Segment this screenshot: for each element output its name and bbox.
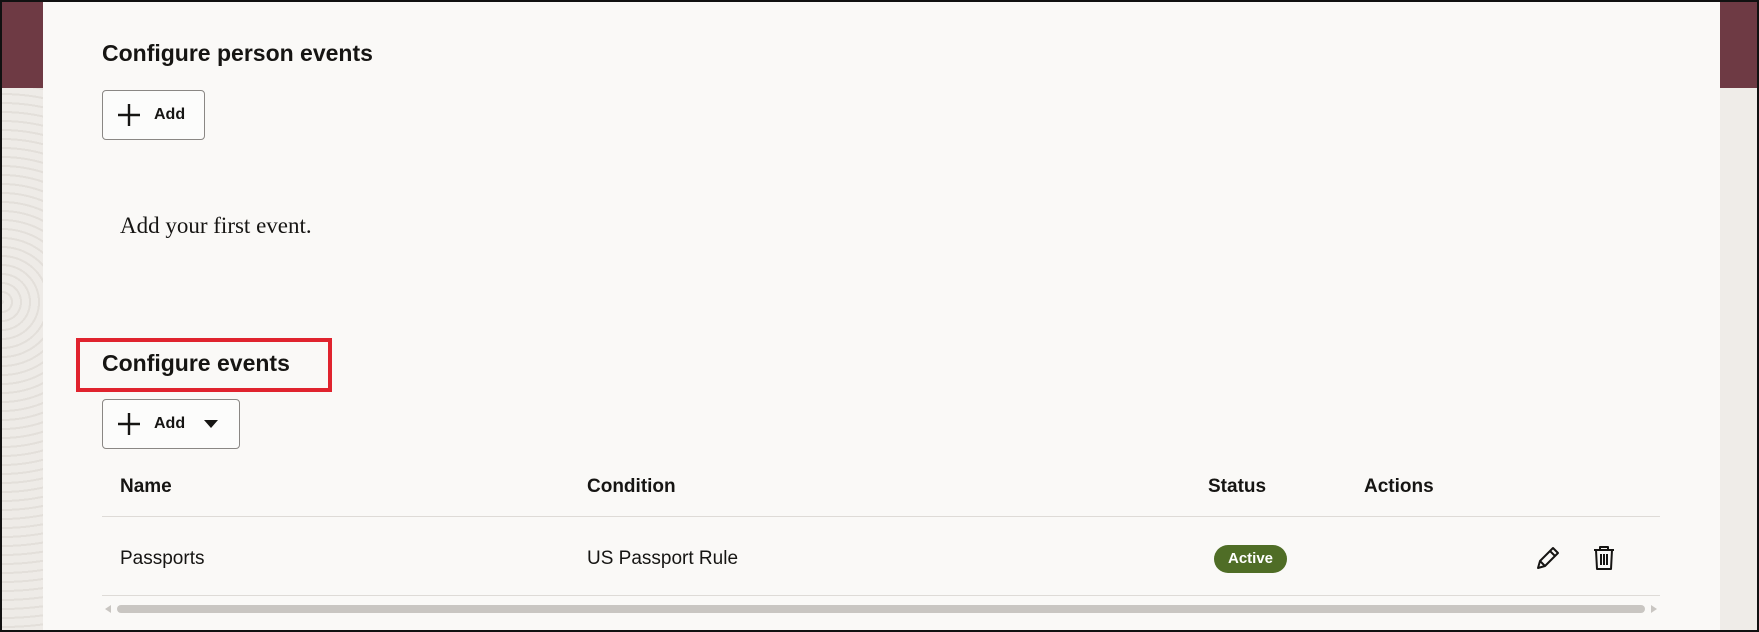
column-header-name[interactable]: Name [120, 476, 172, 498]
plus-icon [118, 104, 140, 126]
app-frame: Configure person events Add Add your fir… [0, 0, 1759, 632]
add-button-label: Add [154, 415, 186, 432]
scroll-left-arrow-icon[interactable] [105, 605, 111, 613]
horizontal-scrollbar[interactable] [102, 602, 1660, 616]
header-divider [102, 516, 1660, 517]
add-person-event-button[interactable]: Add [102, 90, 205, 140]
scroll-right-arrow-icon[interactable] [1651, 605, 1657, 613]
right-background [1716, 88, 1757, 630]
trash-icon[interactable] [1589, 543, 1619, 573]
scroll-thumb[interactable] [117, 605, 1645, 613]
caret-down-icon [204, 420, 219, 428]
column-header-actions: Actions [1364, 476, 1434, 497]
brand-band-left [2, 2, 43, 88]
events-title: Configure events [102, 350, 290, 376]
person-events-title: Configure person events [102, 40, 373, 66]
content-panel: Configure person events Add Add your fir… [43, 2, 1720, 630]
pencil-icon[interactable] [1533, 543, 1563, 573]
add-event-dropdown-button[interactable]: Add [102, 399, 240, 449]
cell-condition: US Passport Rule [587, 548, 739, 569]
empty-state-message: Add your first event. [120, 213, 312, 238]
row-divider [102, 595, 1660, 596]
column-header-status[interactable]: Status [1208, 476, 1266, 498]
column-header-condition[interactable]: Condition [587, 476, 676, 498]
brand-band-right [1716, 2, 1757, 88]
cell-name: Passports [120, 548, 205, 569]
plus-icon [118, 413, 140, 435]
status-badge: Active [1214, 545, 1288, 573]
add-button-label: Add [154, 106, 186, 123]
